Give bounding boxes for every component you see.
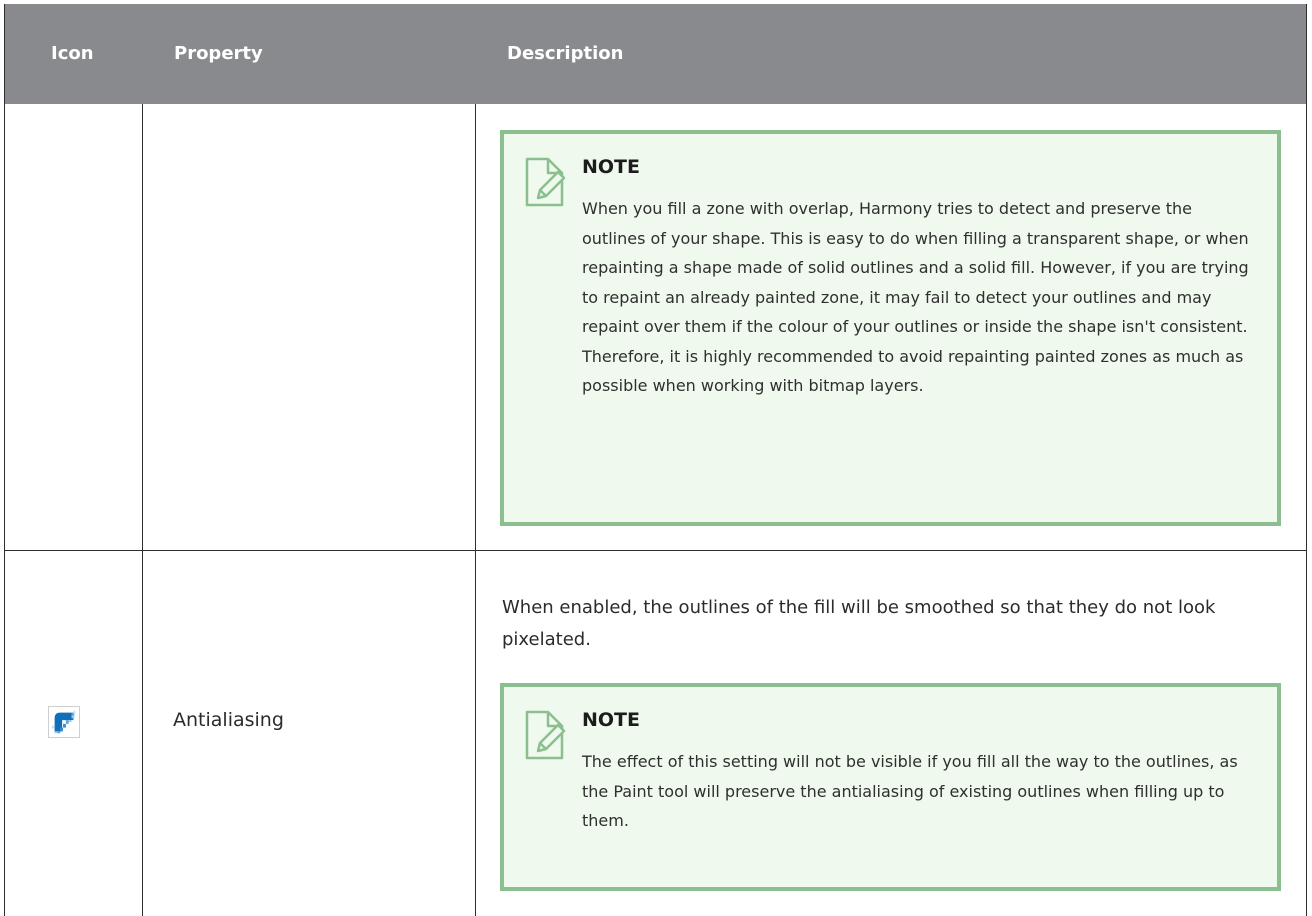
column-divider: [475, 104, 476, 916]
property-description: When enabled, the outlines of the fill w…: [502, 597, 1216, 650]
header-property-column: Property: [174, 43, 263, 64]
note-body: When you fill a zone with overlap, Harmo…: [582, 199, 1249, 395]
note-title: NOTE: [582, 709, 640, 731]
note-title: NOTE: [582, 156, 640, 178]
note-body: The effect of this setting will not be v…: [582, 752, 1238, 830]
header-description-column: Description: [507, 43, 624, 64]
antialiasing-icon: [48, 706, 80, 738]
property-table: Icon Property Description NOTE When you …: [4, 4, 1307, 916]
note-pencil-icon: [525, 710, 566, 760]
column-divider: [142, 104, 143, 916]
table-header: Icon Property Description: [5, 4, 1306, 104]
note-pencil-icon: [525, 157, 566, 207]
row-divider: [5, 550, 1306, 551]
note-box: NOTE The effect of this setting will not…: [500, 683, 1281, 891]
header-icon-column: Icon: [51, 43, 94, 64]
note-box: NOTE When you fill a zone with overlap, …: [500, 130, 1281, 526]
property-name: Antialiasing: [173, 709, 284, 731]
